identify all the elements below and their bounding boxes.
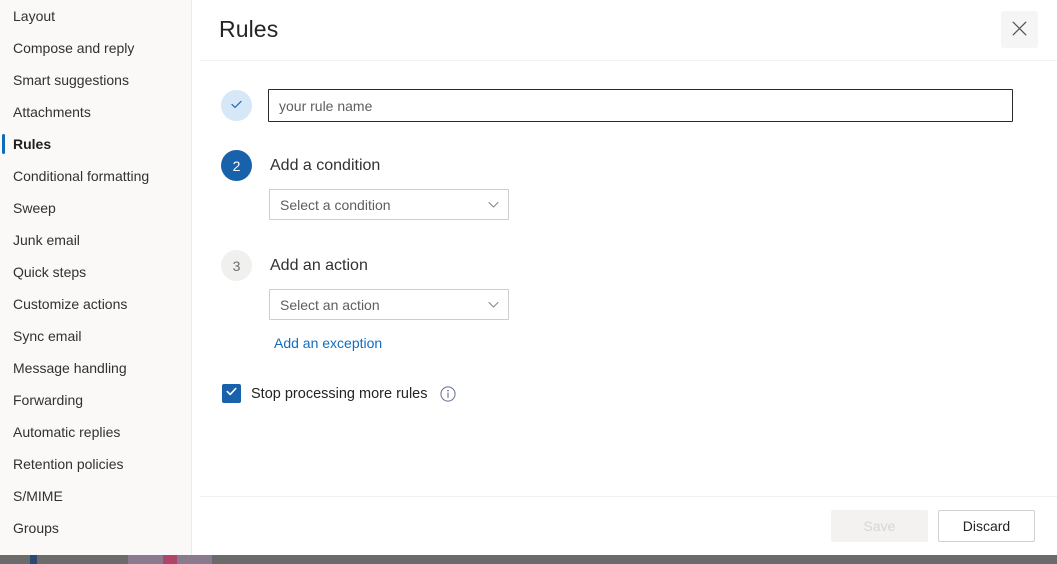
sidebar-item-label: Junk email [13,232,80,248]
sidebar-item-compose-and-reply[interactable]: Compose and reply [0,32,191,64]
sidebar-item-label: Conditional formatting [13,168,150,184]
stop-processing-row: Stop processing more rules [222,384,456,403]
sidebar-item-label: Retention policies [13,456,124,472]
step-1-badge [221,90,252,121]
add-exception-link[interactable]: Add an exception [274,335,382,351]
sidebar-item-label: Smart suggestions [13,72,129,88]
close-icon [1012,21,1027,39]
sidebar-item-label: Message handling [13,360,127,376]
save-button[interactable]: Save [831,510,928,542]
sidebar-item-rules[interactable]: Rules [0,128,191,160]
os-taskbar [0,555,1057,564]
chevron-down-icon [486,298,500,312]
sidebar-item-label: Rules [13,136,52,152]
condition-dropdown-value: Select a condition [280,196,391,213]
page-title: Rules [219,16,279,42]
sidebar-scroll-gutter [192,0,200,555]
pane-footer: Save Discard [200,497,1057,555]
step-3-badge: 3 [221,250,252,281]
sidebar-item-smart-suggestions[interactable]: Smart suggestions [0,64,191,96]
sidebar-item-label: Automatic replies [13,424,121,440]
rules-pane: Rules your rule name 2 Add a condition S… [200,0,1057,555]
sidebar-item-label: Compose and reply [13,40,135,56]
sidebar-item-automatic-replies[interactable]: Automatic replies [0,416,191,448]
sidebar-item-groups[interactable]: Groups [0,512,191,544]
sidebar-item-forwarding[interactable]: Forwarding [0,384,191,416]
action-dropdown[interactable]: Select an action [269,289,509,320]
rule-form: 2 Add a condition Select a condition 3 A… [200,61,1057,496]
info-icon[interactable] [439,385,456,402]
sidebar-item-label: Sync email [13,328,82,344]
sidebar-item-label: Customize actions [13,296,128,312]
sidebar-selection-indicator [2,134,5,154]
sidebar-item-junk-email[interactable]: Junk email [0,224,191,256]
sidebar-item-customize-actions[interactable]: Customize actions [0,288,191,320]
rule-name-input[interactable] [268,89,1013,122]
add-action-heading: Add an action [270,257,368,274]
step-2-badge: 2 [221,150,252,181]
sidebar-item-label: Forwarding [13,392,84,408]
sidebar-item-label: Layout [13,8,56,24]
action-dropdown-value: Select an action [280,296,380,313]
sidebar-item-message-handling[interactable]: Message handling [0,352,191,384]
checkmark-icon [225,385,238,403]
sidebar-item-label: Groups [13,520,59,536]
add-condition-heading: Add a condition [270,157,381,174]
sidebar-item-layout[interactable]: Layout [0,0,191,32]
sidebar-item-label: Attachments [13,104,91,120]
chevron-down-icon [486,198,500,212]
pane-header: Rules [200,0,1057,60]
sidebar-item-label: Sweep [13,200,56,216]
sidebar-item-attachments[interactable]: Attachments [0,96,191,128]
condition-dropdown[interactable]: Select a condition [269,189,509,220]
sidebar-item-retention-policies[interactable]: Retention policies [0,448,191,480]
sidebar-item-quick-steps[interactable]: Quick steps [0,256,191,288]
taskbar-icon-a[interactable] [30,555,37,564]
close-icon-button[interactable] [1001,11,1038,48]
sidebar-item-conditional-formatting[interactable]: Conditional formatting [0,160,191,192]
settings-sidebar: Layout Compose and reply Smart suggestions… [0,0,191,555]
sidebar-item-s-mime[interactable]: S/MIME [0,480,191,512]
sidebar-item-sync-email[interactable]: Sync email [0,320,191,352]
sidebar-item-sweep[interactable]: Sweep [0,192,191,224]
check-icon [229,97,244,115]
taskbar-icon-c[interactable] [163,555,177,564]
sidebar-item-label: Quick steps [13,264,87,280]
stop-processing-label[interactable]: Stop processing more rules [251,386,428,402]
stop-processing-checkbox[interactable] [222,384,241,403]
sidebar-item-label: S/MIME [13,488,63,504]
discard-button[interactable]: Discard [938,510,1035,542]
settings-dialog: Layout Compose and reply Smart suggestions… [0,0,1057,564]
